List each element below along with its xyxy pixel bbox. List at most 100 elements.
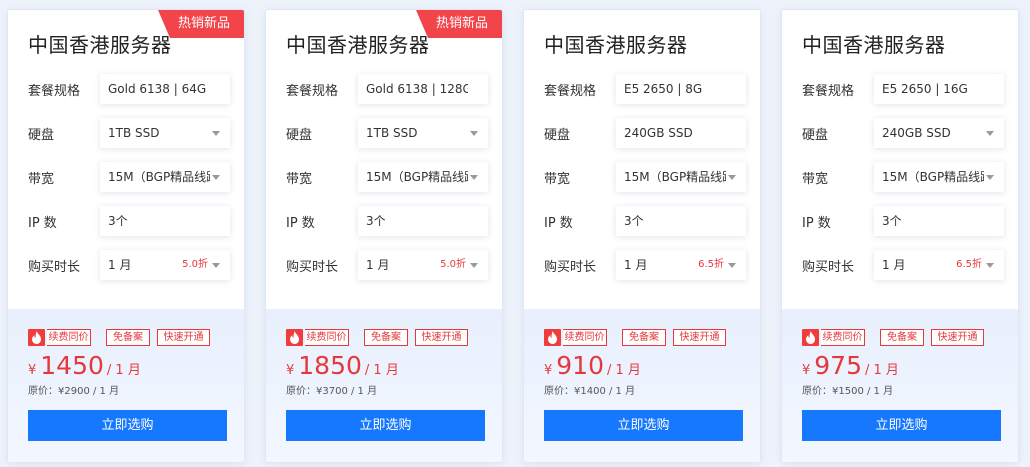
bandwidth-select[interactable]: 15M（BGP精品线路） [100, 162, 230, 192]
currency-symbol: ¥ [286, 363, 295, 378]
currency-symbol: ¥ [544, 363, 553, 378]
discount-label: 6.5折 [698, 259, 724, 270]
spec-row-disk: 硬盘 240GB SSD [544, 118, 750, 148]
bandwidth-select[interactable]: 15M（BGP精品线路） [874, 162, 1004, 192]
price-section: 续费同价 免备案 快速开通 ¥1450/ 1 月 原价：¥2900 / 1 月 … [8, 309, 244, 462]
tag-no-filing: 免备案 [106, 329, 150, 346]
spec-label: 购买时长 [28, 260, 81, 275]
disk-select[interactable]: 1TB SSD [100, 118, 230, 148]
price-value: 975 [814, 351, 862, 380]
card-title: 中国香港服务器 [544, 33, 688, 57]
price-unit: / 1 月 [106, 363, 141, 378]
price-value: 1850 [298, 351, 362, 380]
spec-row-ip: IP 数 3个 [286, 206, 492, 236]
spec-row-duration: 购买时长 1 月 5.0折 [286, 250, 492, 280]
disk-select[interactable]: 240GB SSD [874, 118, 1004, 148]
chevron-down-icon [470, 263, 478, 268]
price: ¥975/ 1 月 [802, 351, 899, 383]
discount-label: 5.0折 [440, 259, 466, 270]
tag-no-filing: 免备案 [880, 329, 924, 346]
spec-label: 购买时长 [286, 260, 339, 275]
disk-value: 240GB SSD [616, 118, 746, 148]
duration-select[interactable]: 1 月 5.0折 [100, 250, 230, 280]
price-value: 1450 [40, 351, 104, 380]
spec-label: 套餐规格 [28, 84, 81, 99]
chevron-down-icon [728, 175, 736, 180]
product-card: 中国香港服务器 套餐规格 E5 2650 | 16G 硬盘 240GB SSD … [781, 9, 1019, 463]
product-card: 热销新品 中国香港服务器 套餐规格 Gold 6138 | 128G 硬盘 1T… [265, 9, 503, 463]
chevron-down-icon [212, 175, 220, 180]
buy-now-button[interactable]: 立即选购 [802, 410, 1001, 441]
spec-label: 硬盘 [286, 128, 313, 143]
tag-renew-same-price: 续费同价 [821, 329, 865, 346]
tag-no-filing: 免备案 [622, 329, 666, 346]
price-section: 续费同价 免备案 快速开通 ¥975/ 1 月 原价：¥1500 / 1 月 立… [782, 309, 1018, 462]
spec-label: 购买时长 [802, 260, 855, 275]
spec-label: 带宽 [802, 172, 829, 187]
spec-label: 硬盘 [28, 128, 55, 143]
spec-row-duration: 购买时长 1 月 5.0折 [28, 250, 234, 280]
spec-label: IP 数 [286, 216, 315, 231]
price: ¥1450/ 1 月 [28, 351, 141, 383]
bandwidth-select[interactable]: 15M（BGP精品线路） [358, 162, 488, 192]
currency-symbol: ¥ [802, 363, 811, 378]
price-unit: / 1 月 [607, 363, 641, 378]
card-title: 中国香港服务器 [286, 33, 430, 57]
plan-value: E5 2650 | 8G [616, 74, 746, 104]
ip-count-value: 3个 [100, 206, 230, 236]
disk-select[interactable]: 1TB SSD [358, 118, 488, 148]
chevron-down-icon [212, 131, 220, 136]
price-unit: / 1 月 [865, 363, 899, 378]
chevron-down-icon [986, 131, 994, 136]
spec-label: 带宽 [28, 172, 55, 187]
duration-select[interactable]: 1 月 6.5折 [616, 250, 746, 280]
tag-renew-same-price: 续费同价 [47, 329, 91, 346]
duration-select[interactable]: 1 月 6.5折 [874, 250, 1004, 280]
spec-row-bandwidth: 带宽 15M（BGP精品线路） [286, 162, 492, 192]
price-value: 910 [556, 351, 604, 380]
spec-row-disk: 硬盘 240GB SSD [802, 118, 1008, 148]
card-title: 中国香港服务器 [28, 33, 172, 57]
ip-count-value: 3个 [358, 206, 488, 236]
price-section: 续费同价 免备案 快速开通 ¥1850/ 1 月 原价：¥3700 / 1 月 … [266, 309, 502, 462]
spec-row-duration: 购买时长 1 月 6.5折 [544, 250, 750, 280]
currency-symbol: ¥ [28, 363, 37, 378]
spec-row-plan: 套餐规格 Gold 6138 | 64G [28, 74, 234, 104]
tag-fast-activation: 快速开通 [157, 329, 210, 346]
spec-row-bandwidth: 带宽 15M（BGP精品线路） [802, 162, 1008, 192]
spec-label: 带宽 [544, 172, 571, 187]
spec-label: 硬盘 [544, 128, 571, 143]
spec-row-bandwidth: 带宽 15M（BGP精品线路） [544, 162, 750, 192]
price: ¥1850/ 1 月 [286, 351, 399, 383]
duration-select[interactable]: 1 月 5.0折 [358, 250, 488, 280]
original-price: 原价：¥2900 / 1 月 [28, 386, 120, 397]
spec-label: 套餐规格 [802, 84, 855, 99]
fire-icon [286, 329, 303, 346]
buy-now-button[interactable]: 立即选购 [544, 410, 743, 441]
spec-row-ip: IP 数 3个 [544, 206, 750, 236]
buy-now-button[interactable]: 立即选购 [286, 410, 485, 441]
chevron-down-icon [986, 175, 994, 180]
spec-row-duration: 购买时长 1 月 6.5折 [802, 250, 1008, 280]
chevron-down-icon [728, 263, 736, 268]
product-card: 热销新品 中国香港服务器 套餐规格 Gold 6138 | 64G 硬盘 1TB… [7, 9, 245, 463]
spec-row-disk: 硬盘 1TB SSD [286, 118, 492, 148]
buy-now-button[interactable]: 立即选购 [28, 410, 227, 441]
spec-label: 套餐规格 [544, 84, 597, 99]
ip-count-value: 3个 [616, 206, 746, 236]
tag-fast-activation: 快速开通 [931, 329, 984, 346]
fire-icon [802, 329, 819, 346]
price-section: 续费同价 免备案 快速开通 ¥910/ 1 月 原价：¥1400 / 1 月 立… [524, 309, 760, 462]
original-price: 原价：¥3700 / 1 月 [286, 386, 378, 397]
spec-label: 套餐规格 [286, 84, 339, 99]
fire-icon [544, 329, 561, 346]
plan-value: E5 2650 | 16G [874, 74, 1004, 104]
spec-row-plan: 套餐规格 E5 2650 | 8G [544, 74, 750, 104]
spec-label: 硬盘 [802, 128, 829, 143]
spec-row-disk: 硬盘 1TB SSD [28, 118, 234, 148]
fire-icon [28, 329, 45, 346]
bandwidth-select[interactable]: 15M（BGP精品线路） [616, 162, 746, 192]
discount-label: 5.0折 [182, 259, 208, 270]
tag-no-filing: 免备案 [364, 329, 408, 346]
price: ¥910/ 1 月 [544, 351, 641, 383]
